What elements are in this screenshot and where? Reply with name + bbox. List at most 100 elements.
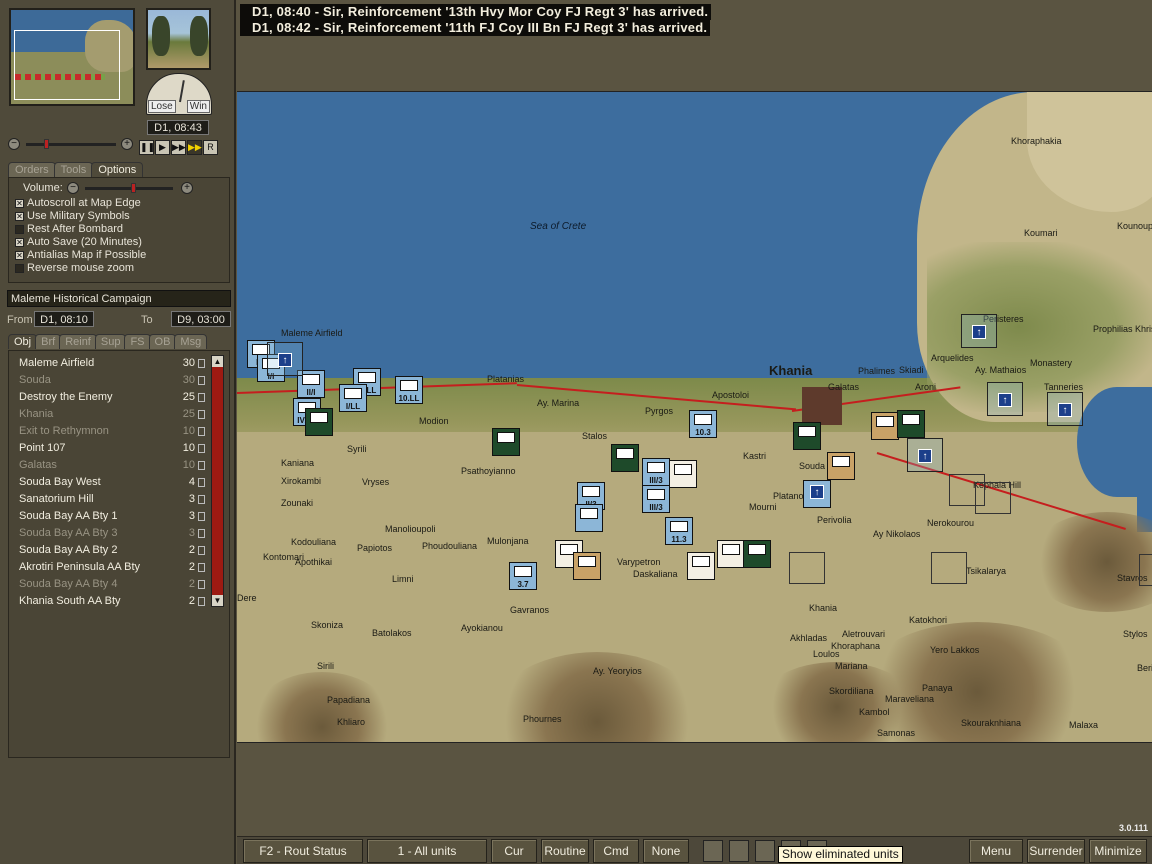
rout-status-button[interactable]: F2 - Rout Status — [243, 839, 363, 863]
checkbox-military-symbols[interactable]: ✕ — [15, 212, 24, 221]
unit-counter[interactable] — [669, 460, 697, 488]
objective-name: Sanatorium Hill — [19, 493, 94, 505]
enemy-unit-counter[interactable]: ↑ — [803, 480, 831, 508]
enemy-unit-counter[interactable]: ↑ — [1047, 392, 1083, 426]
menu-button[interactable]: Menu — [969, 839, 1023, 863]
option-autoscroll[interactable]: ✕ Autoscroll at Map Edge — [15, 197, 223, 210]
option-military-symbols[interactable]: ✕ Use Military Symbols — [15, 210, 223, 223]
objective-row[interactable]: Khania South AA Bty 2 — [15, 593, 205, 610]
enemy-unit-counter[interactable] — [611, 444, 639, 472]
tab-brf[interactable]: Brf — [35, 334, 62, 349]
volume-knob[interactable] — [131, 183, 136, 193]
fastest-forward-icon[interactable]: ▶▶ — [187, 140, 202, 155]
grid-icon[interactable] — [703, 840, 723, 862]
unit-counter[interactable]: III/3 — [642, 485, 670, 513]
objective-row[interactable]: Souda Bay AA Bty 4 2 — [15, 576, 205, 593]
volume-down-icon[interactable]: − — [67, 182, 79, 194]
objective-row[interactable]: Maleme Airfield 30 — [15, 355, 205, 372]
unit-counter[interactable]: III/3 — [642, 458, 670, 486]
checkbox-auto-save[interactable]: ✕ — [15, 238, 24, 247]
checkbox-antialias[interactable]: ✕ — [15, 251, 24, 260]
cmd-button[interactable]: Cmd — [593, 839, 639, 863]
volume-track[interactable] — [85, 183, 173, 193]
zoom-slider[interactable]: − + — [8, 138, 134, 152]
eliminated-units-icon[interactable] — [755, 840, 775, 862]
cur-button[interactable]: Cur — [491, 839, 537, 863]
checkbox-autoscroll[interactable]: ✕ — [15, 199, 24, 208]
mini-map[interactable] — [9, 8, 135, 106]
enemy-unit-counter[interactable] — [897, 410, 925, 438]
unit-counter[interactable]: I/LL — [339, 384, 367, 412]
enemy-unit-counter[interactable]: ↑ — [987, 382, 1023, 416]
enemy-unit-counter[interactable] — [743, 540, 771, 568]
tab-sup[interactable]: Sup — [94, 334, 127, 349]
unit-counter[interactable]: 10.3 — [689, 410, 717, 438]
town-khania — [802, 387, 842, 425]
routine-button[interactable]: Routine — [541, 839, 589, 863]
objective-row[interactable]: Souda 30 — [15, 372, 205, 389]
real-time-button[interactable]: R — [203, 140, 218, 155]
enemy-unit-counter[interactable]: ↑ — [961, 314, 997, 348]
checkbox-rest-after-bombard[interactable] — [15, 225, 24, 234]
pause-icon[interactable]: ❚❚ — [139, 140, 155, 155]
objective-row[interactable]: Point 107 10 — [15, 440, 205, 457]
enemy-unit-counter[interactable] — [827, 452, 855, 480]
objective-row[interactable]: Souda Bay AA Bty 1 3 — [15, 508, 205, 525]
option-auto-save[interactable]: ✕ Auto Save (20 Minutes) — [15, 236, 223, 249]
none-button[interactable]: None — [643, 839, 689, 863]
fast-forward-icon[interactable]: ▶▶ — [171, 140, 186, 155]
objective-row[interactable]: Khania 25 — [15, 406, 205, 423]
unit-counter[interactable]: 11.3 — [665, 517, 693, 545]
zoom-in-icon[interactable]: + — [121, 138, 133, 150]
tab-obj[interactable]: Obj — [8, 334, 38, 349]
enemy-unit-counter[interactable]: ↑ — [907, 438, 943, 472]
objectives-scrollbar[interactable]: ▲ ▼ — [211, 355, 224, 607]
unit-counter[interactable] — [687, 552, 715, 580]
tab-fs[interactable]: FS — [124, 334, 151, 349]
objective-row[interactable]: Akrotiri Peninsula AA Bty 2 — [15, 559, 205, 576]
enemy-unit-counter[interactable] — [492, 428, 520, 456]
place-label: Akhladas — [790, 633, 828, 643]
unit-counter[interactable]: 10.LL — [395, 376, 423, 404]
tab-reinf[interactable]: Reinf — [59, 334, 97, 349]
unit-display-icon[interactable] — [729, 840, 749, 862]
zoom-track[interactable] — [26, 139, 116, 149]
scroll-up-icon[interactable]: ▲ — [212, 356, 223, 367]
objective-row[interactable]: Sanatorium Hill 3 — [15, 491, 205, 508]
objective-row[interactable]: Destroy the Enemy 25 — [15, 389, 205, 406]
unit-filter-button[interactable]: 1 - All units — [367, 839, 487, 863]
objective-row[interactable]: Souda Bay West 4 — [15, 474, 205, 491]
tab-options[interactable]: Options — [91, 162, 144, 177]
tab-msg[interactable]: Msg — [174, 334, 208, 349]
option-reverse-zoom[interactable]: Reverse mouse zoom — [15, 262, 223, 275]
unit-counter[interactable]: 3.7 — [509, 562, 537, 590]
checkbox-reverse-zoom[interactable] — [15, 264, 24, 273]
volume-up-icon[interactable]: + — [181, 182, 193, 194]
surrender-button[interactable]: Surrender — [1027, 839, 1085, 863]
unit-counter[interactable] — [717, 540, 745, 568]
scroll-down-icon[interactable]: ▼ — [212, 595, 223, 606]
tab-orders[interactable]: Orders — [8, 162, 56, 177]
option-antialias[interactable]: ✕ Antialias Map if Possible — [15, 249, 223, 262]
minimap-viewport-frame[interactable] — [14, 30, 120, 100]
enemy-unit-counter[interactable]: ↑ — [267, 342, 303, 376]
tab-tools[interactable]: Tools — [53, 162, 94, 177]
unit-counter[interactable] — [575, 504, 603, 532]
unit-counter[interactable] — [573, 552, 601, 580]
objective-row[interactable]: Souda Bay AA Bty 3 3 — [15, 525, 205, 542]
minimize-button[interactable]: Minimize — [1089, 839, 1147, 863]
tab-ob[interactable]: OB — [148, 334, 177, 349]
zoom-out-icon[interactable]: − — [8, 138, 20, 150]
option-rest-after-bombard[interactable]: Rest After Bombard — [15, 223, 223, 236]
zoom-knob[interactable] — [44, 139, 49, 149]
tactical-map[interactable]: Sea of Crete Khania Maleme Airfield Plat… — [237, 91, 1152, 743]
enemy-unit-counter[interactable] — [793, 422, 821, 450]
enemy-unit-counter[interactable] — [871, 412, 899, 440]
objective-row[interactable]: Exit to Rethymnon 10 — [15, 423, 205, 440]
objective-points: 10 — [182, 459, 195, 471]
objective-name: Khania South AA Bty — [19, 595, 121, 607]
objective-row[interactable]: Souda Bay AA Bty 2 2 — [15, 542, 205, 559]
objective-row[interactable]: Galatas 10 — [15, 457, 205, 474]
play-icon[interactable]: ▶ — [155, 140, 170, 155]
enemy-unit-counter[interactable] — [305, 408, 333, 436]
